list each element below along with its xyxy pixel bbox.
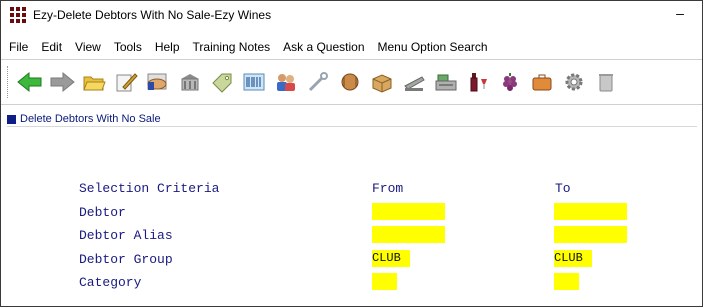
to-column-heading: To	[555, 181, 571, 196]
title-bar: Ezy-Delete Debtors With No Sale-Ezy Wine…	[1, 1, 702, 29]
menu-option-search[interactable]: Menu Option Search	[371, 40, 494, 54]
menu-training-notes[interactable]: Training Notes	[186, 40, 277, 54]
app-window: Ezy-Delete Debtors With No Sale-Ezy Wine…	[0, 0, 703, 307]
window-title: Ezy-Delete Debtors With No Sale-Ezy Wine…	[33, 8, 272, 22]
menu-bar: File Edit View Tools Help Training Notes…	[1, 37, 702, 57]
from-column-heading: From	[372, 181, 404, 196]
selection-form: Selection Criteria From To Debtor Debtor…	[1, 121, 702, 306]
briefcase-icon[interactable]	[529, 68, 555, 96]
debtor-alias-label: Debtor Alias	[79, 228, 173, 243]
debtor-group-label: Debtor Group	[79, 252, 173, 267]
menu-view[interactable]: View	[68, 40, 107, 54]
wine-bottle-icon[interactable]	[465, 68, 491, 96]
debtor-to-field[interactable]	[554, 203, 627, 220]
selection-criteria-heading: Selection Criteria	[79, 181, 220, 196]
debtor-group-to-field[interactable]: CLUB	[554, 250, 592, 267]
tag-icon[interactable]	[209, 68, 235, 96]
wrench-icon[interactable]	[305, 68, 331, 96]
menu-ask-a-question[interactable]: Ask a Question	[276, 40, 370, 54]
menu-file[interactable]: File	[1, 40, 34, 54]
handshake-icon[interactable]	[145, 68, 171, 96]
minimize-button[interactable]: –	[672, 5, 688, 21]
trash-icon[interactable]	[593, 68, 619, 96]
forward-arrow-icon[interactable]	[49, 68, 75, 96]
folder-open-icon[interactable]	[81, 68, 107, 96]
toolbar	[1, 59, 702, 105]
debtor-alias-from-field[interactable]	[372, 226, 445, 243]
stapler-icon[interactable]	[401, 68, 427, 96]
app-logo-icon	[10, 7, 26, 23]
people-icon[interactable]	[273, 68, 299, 96]
grapes-icon[interactable]	[497, 68, 523, 96]
barcode-icon[interactable]	[241, 68, 267, 96]
category-from-field[interactable]	[372, 273, 397, 290]
category-to-field[interactable]	[554, 273, 579, 290]
category-label: Category	[79, 275, 142, 290]
menu-tools[interactable]: Tools	[107, 40, 148, 54]
pen-paper-icon[interactable]	[113, 68, 139, 96]
box-icon[interactable]	[369, 68, 395, 96]
debtor-alias-to-field[interactable]	[554, 226, 627, 243]
debtor-from-field[interactable]	[372, 203, 445, 220]
menu-help[interactable]: Help	[148, 40, 186, 54]
debtor-group-from-field[interactable]: CLUB	[372, 250, 410, 267]
toolbar-grip[interactable]	[7, 66, 11, 98]
barrel-icon[interactable]	[337, 68, 363, 96]
building-icon[interactable]	[177, 68, 203, 96]
menu-edit[interactable]: Edit	[34, 40, 68, 54]
cash-register-icon[interactable]	[433, 68, 459, 96]
back-arrow-icon[interactable]	[17, 68, 43, 96]
gear-icon[interactable]	[561, 68, 587, 96]
debtor-label: Debtor	[79, 205, 126, 220]
